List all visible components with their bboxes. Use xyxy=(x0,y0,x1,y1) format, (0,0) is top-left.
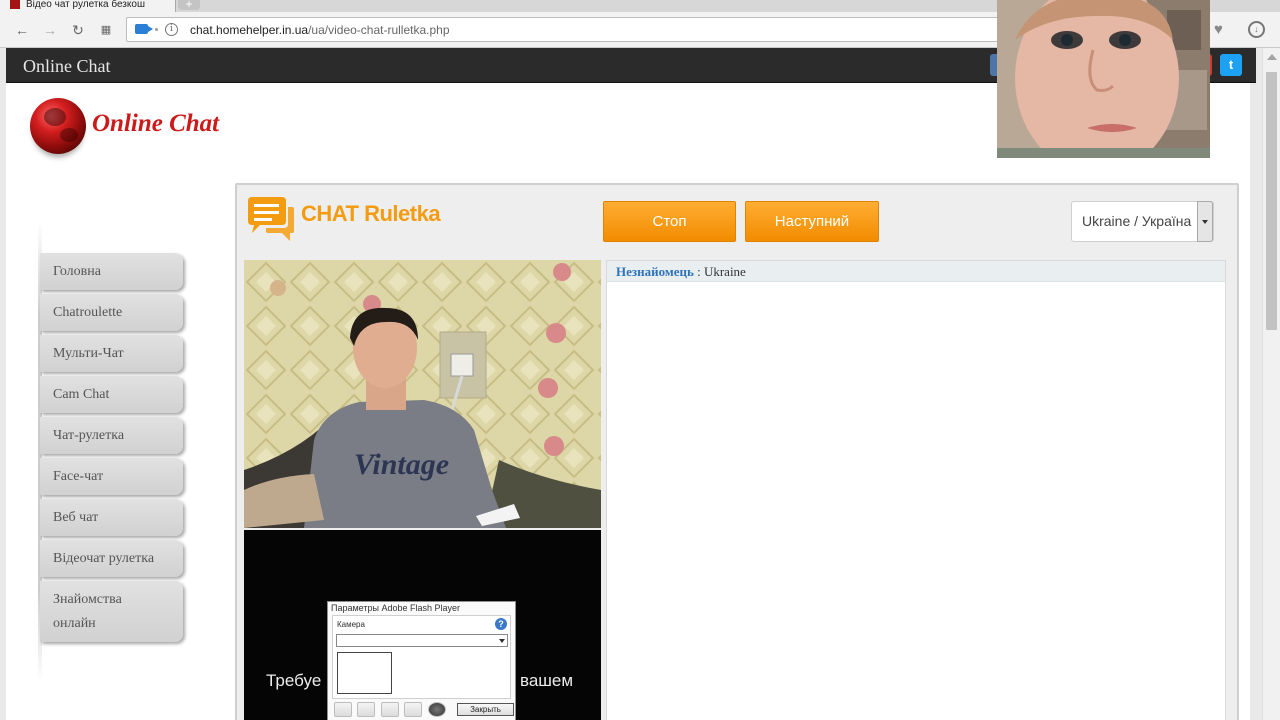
site-bar-title[interactable]: Online Chat xyxy=(23,56,111,77)
reload-icon[interactable]: ↻ xyxy=(68,20,88,40)
sidebar-item-video-ruletka[interactable]: Відеочат рулетка xyxy=(40,540,183,577)
url-text: chat.homehelper.in.ua/ua/video-chat-rull… xyxy=(190,22,450,38)
sidebar-item-label: Веб чат xyxy=(53,509,99,525)
url-path: /ua/video-chat-rulletka.php xyxy=(308,23,450,37)
chat-bubbles-icon xyxy=(248,197,294,241)
local-video-message-left: Требуе xyxy=(266,671,322,690)
chat-log: Незнайомець : Ukraine xyxy=(606,260,1226,720)
stop-button[interactable]: Стоп xyxy=(603,201,736,242)
microphone-tab-icon[interactable] xyxy=(404,702,422,717)
privacy-tab-icon[interactable] xyxy=(334,702,352,717)
local-storage-tab-icon[interactable] xyxy=(381,702,399,717)
new-tab-button[interactable]: + xyxy=(178,0,200,10)
local-video-message-right: вашем xyxy=(520,671,574,690)
close-button[interactable]: Закрыть xyxy=(457,703,514,716)
svg-text:Vintage: Vintage xyxy=(354,448,449,481)
flash-dialog-title: Параметры Adobe Flash Player xyxy=(331,603,461,613)
page-margin-left xyxy=(0,48,6,720)
sidebar-item-home[interactable]: Головна xyxy=(40,253,183,290)
sidebar-item-cam-chat[interactable]: Cam Chat xyxy=(40,376,183,413)
sidebar-item-web-chat[interactable]: Веб чат xyxy=(40,499,183,536)
country-select[interactable]: Ukraine / Україна xyxy=(1071,201,1214,242)
camera-preview xyxy=(337,652,392,694)
apps-icon[interactable]: ▦ xyxy=(96,20,116,40)
back-icon[interactable]: ← xyxy=(12,20,32,40)
forward-icon[interactable]: → xyxy=(40,20,60,40)
chat-message: Незнайомець : Ukraine xyxy=(616,264,746,280)
flash-tab-bar: Закрыть xyxy=(332,700,514,720)
site-logo-text[interactable]: Online Chat xyxy=(92,110,219,138)
page-margin-right xyxy=(1250,48,1262,720)
sidebar-item-label: Chatroulette xyxy=(53,304,123,320)
sidebar-item-dating[interactable]: Знайомства онлайн xyxy=(40,581,183,642)
url-host: chat.homehelper.in.ua xyxy=(190,23,309,37)
remote-video-frame: Vintage xyxy=(244,260,601,528)
tab-favicon-icon xyxy=(10,0,20,9)
self-webcam-overlay xyxy=(997,0,1210,158)
sidebar-item-label: Cam Chat xyxy=(53,386,110,402)
sidebar-item-label: Відеочат рулетка xyxy=(53,550,155,566)
sidebar-item-label: Мульти-Чат xyxy=(53,345,124,361)
scroll-up-icon[interactable] xyxy=(1267,54,1277,60)
camera-select[interactable] xyxy=(336,634,508,647)
flash-settings-dialog: Параметры Adobe Flash Player Камера ? За… xyxy=(327,601,516,720)
tab-title: Відео чат рулетка безкош xyxy=(26,0,145,10)
sidebar-item-label: Чат-рулетка xyxy=(53,427,125,443)
logo-globe-icon[interactable] xyxy=(30,98,86,154)
sidebar-item-label: Головна xyxy=(53,263,101,279)
country-selected-value: Ukraine / Україна xyxy=(1082,213,1192,229)
chat-message-text: : Ukraine xyxy=(693,264,746,279)
flash-camera-tab[interactable]: Камера xyxy=(337,620,365,629)
separator-dot xyxy=(155,28,158,31)
sidebar-item-label: Знайомства онлайн xyxy=(53,591,122,631)
sidebar-item-face-chat[interactable]: Face-чат xyxy=(40,458,183,495)
chat-brand-title: CHAT Ruletka xyxy=(301,201,441,226)
storage-tab-icon[interactable] xyxy=(357,702,375,717)
scroll-thumb[interactable] xyxy=(1266,72,1277,330)
self-webcam-frame xyxy=(997,0,1210,158)
page-scrollbar[interactable] xyxy=(1262,48,1280,720)
chevron-down-icon[interactable] xyxy=(1197,201,1213,242)
download-icon[interactable]: ↓ xyxy=(1248,21,1265,38)
info-icon[interactable]: i xyxy=(165,23,178,36)
heart-icon[interactable]: ♥ xyxy=(1214,20,1223,40)
sidebar-item-multichat[interactable]: Мульти-Чат xyxy=(40,335,183,372)
screen: Відео чат рулетка безкош + ← → ↻ ▦ i cha… xyxy=(0,0,1280,720)
camera-tab-icon[interactable] xyxy=(428,702,446,717)
sidebar-item-chatroulette[interactable]: Chatroulette xyxy=(40,294,183,331)
flash-dialog-body: Камера ? xyxy=(332,615,511,699)
sidebar-item-chat-ruletka[interactable]: Чат-рулетка xyxy=(40,417,183,454)
sidebar-item-label: Face-чат xyxy=(53,468,104,484)
remote-video: Vintage xyxy=(244,260,601,528)
camera-icon[interactable] xyxy=(135,24,153,34)
twitter-icon[interactable]: t xyxy=(1220,54,1242,76)
local-video: Требуе вашем Параметры Adobe Flash Playe… xyxy=(244,530,601,720)
chat-username[interactable]: Незнайомець xyxy=(616,264,694,279)
next-button[interactable]: Наступний xyxy=(745,201,879,242)
chat-log-header: Незнайомець : Ukraine xyxy=(607,261,1225,282)
browser-tab[interactable]: Відео чат рулетка безкош xyxy=(0,0,176,12)
help-icon[interactable]: ? xyxy=(495,618,507,630)
